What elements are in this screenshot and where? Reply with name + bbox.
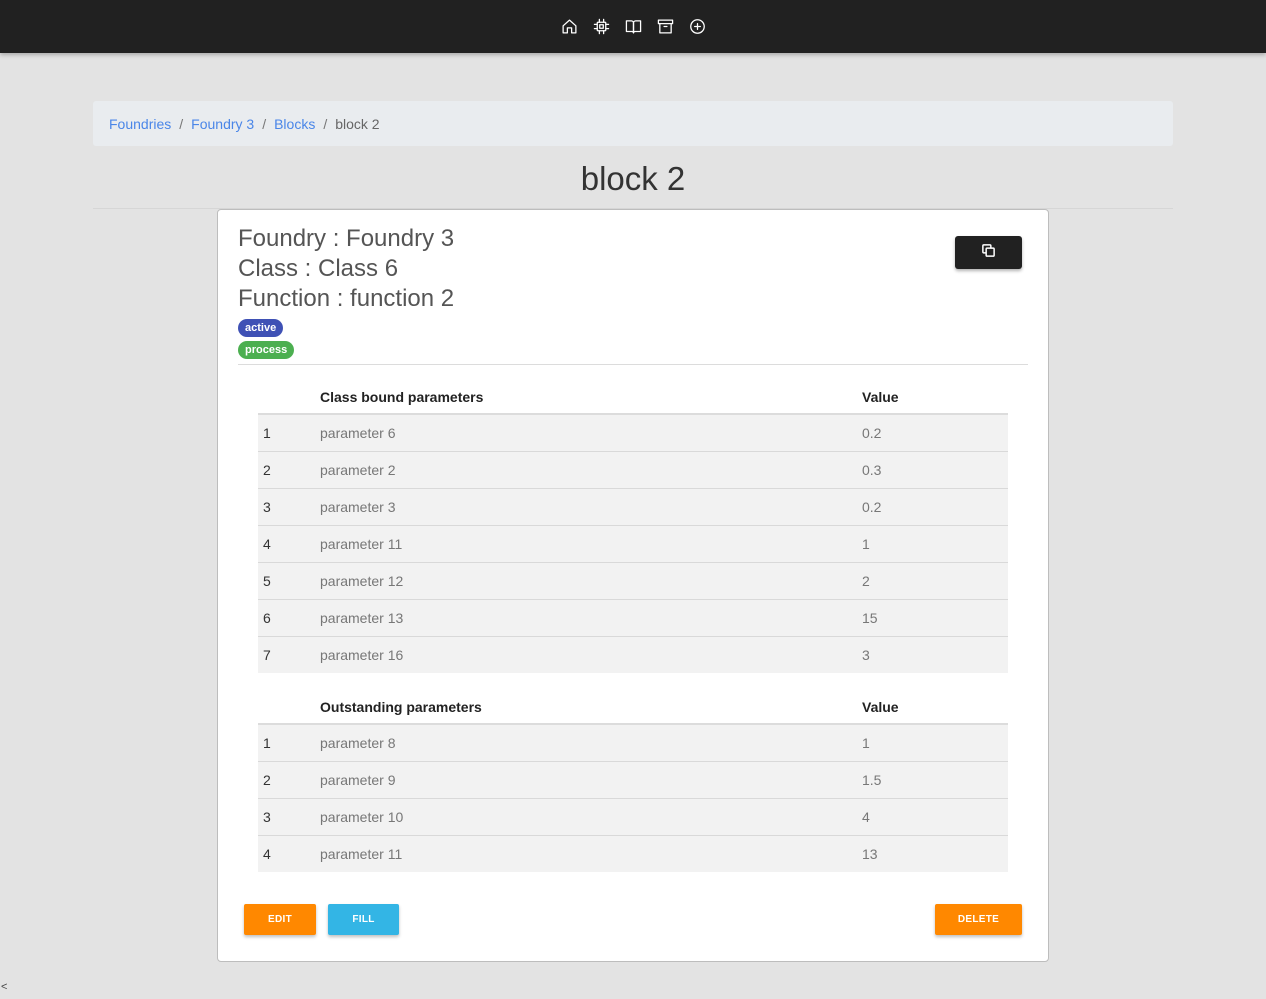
copy-icon [981,243,996,263]
table-row: 6 parameter 13 15 [258,599,1008,637]
breadcrumb-current: block 2 [335,115,380,132]
block-detail-card: Foundry : Foundry 3 Class : Class 6 Func… [217,209,1049,962]
parameter-name: parameter 12 [320,562,862,600]
foundry-line: Foundry : Foundry 3 [238,225,455,252]
chip-icon[interactable] [592,18,610,36]
row-index: 4 [263,845,271,862]
status-badge-active: active [238,319,284,337]
delete-button[interactable]: DELETE [935,904,1022,935]
parameter-name: parameter 6 [320,414,862,452]
table-row: 4 parameter 11 13 [258,835,1008,872]
book-icon[interactable] [624,18,642,36]
class-bound-parameters-table: Class bound parameters Value 1 parameter… [258,381,1008,673]
breadcrumb-separator: / [262,115,267,132]
parameter-value: 1.5 [862,761,1008,799]
table-row: 4 parameter 11 1 [258,525,1008,563]
parameter-value: 3 [862,646,870,663]
row-index: 3 [258,488,320,526]
index-header [258,381,320,415]
nav-icons [560,18,706,36]
breadcrumb-link-foundry[interactable]: Foundry 3 [191,116,254,132]
edit-button[interactable]: EDIT [244,904,316,935]
parameter-value: 1 [862,724,1008,762]
row-index: 5 [258,562,320,600]
block-info: Foundry : Foundry 3 Class : Class 6 Func… [238,224,454,359]
top-navbar [0,0,1266,53]
breadcrumb-link-foundries[interactable]: Foundries [109,116,171,132]
card-divider [238,364,1028,365]
row-index: 2 [258,761,320,799]
fill-button[interactable]: FILL [328,904,399,935]
outstanding-parameters-table: Outstanding parameters Value 1 parameter… [258,691,1008,872]
parameter-name: parameter 11 [320,525,862,563]
parameter-name: parameter 10 [320,798,862,836]
parameter-name: parameter 16 [320,646,404,663]
status-badge-process: process [238,341,295,359]
parameter-value: 15 [862,599,1008,637]
breadcrumb-separator: / [179,115,184,132]
row-index: 1 [258,724,320,762]
parameter-value: 0.2 [862,488,1008,526]
home-icon[interactable] [560,18,578,36]
table-row: 1 parameter 8 1 [258,724,1008,762]
row-index: 3 [258,798,320,836]
parameter-header: Class bound parameters [320,381,862,415]
table-row: 2 parameter 2 0.3 [258,451,1008,489]
index-header [258,691,320,725]
page-title: block 2 [580,160,686,197]
duplicate-button[interactable] [955,236,1022,269]
row-index: 4 [258,525,320,563]
value-header: Value [862,381,1008,415]
parameter-value: 0.3 [862,451,1008,489]
archive-icon[interactable] [656,18,674,36]
parameter-name: parameter 13 [320,599,862,637]
parameter-name: parameter 2 [320,451,862,489]
parameter-value: 0.2 [862,414,1008,452]
collapse-toggle[interactable]: < [1,981,7,993]
table-row: 3 parameter 3 0.2 [258,488,1008,526]
status-badges: active process [238,319,454,359]
table-row: 2 parameter 9 1.5 [258,761,1008,799]
table-header-row: Class bound parameters Value [258,381,1008,415]
row-index: 7 [263,646,271,663]
breadcrumb-link-blocks[interactable]: Blocks [274,116,315,132]
parameter-value: 13 [862,845,878,862]
table-header-row: Outstanding parameters Value [258,691,1008,725]
parameter-name: parameter 8 [320,724,862,762]
parameter-header: Outstanding parameters [320,691,862,725]
parameter-name: parameter 3 [320,488,862,526]
parameter-name: parameter 11 [320,845,403,862]
parameter-name: parameter 9 [320,761,862,799]
row-index: 2 [258,451,320,489]
parameter-value: 1 [862,525,1008,563]
table-row: 7 parameter 16 3 [258,636,1008,673]
class-line: Class : Class 6 [238,255,399,282]
value-header: Value [862,691,1008,725]
plus-circle-icon[interactable] [688,18,706,36]
table-row: 1 parameter 6 0.2 [258,414,1008,452]
table-row: 3 parameter 10 4 [258,798,1008,836]
row-index: 1 [258,414,320,452]
parameter-value: 2 [862,562,1008,600]
breadcrumb: Foundries / Foundry 3 / Blocks / block 2 [93,101,1173,146]
breadcrumb-separator: / [323,115,328,132]
function-line: Function : function 2 [238,285,455,312]
row-index: 6 [258,599,320,637]
table-row: 5 parameter 12 2 [258,562,1008,600]
parameter-value: 4 [862,798,1008,836]
